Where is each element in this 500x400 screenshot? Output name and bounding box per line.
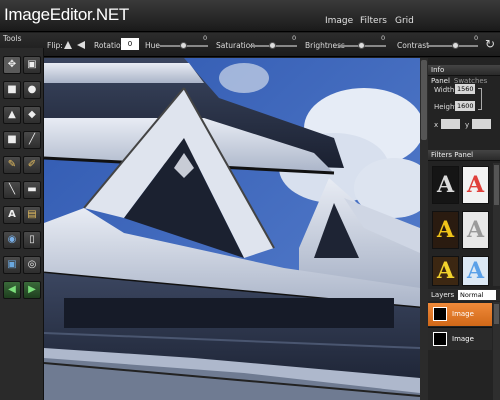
blend-mode-select[interactable]: Normal	[458, 290, 496, 300]
brush-icon[interactable]: ✐	[23, 156, 41, 174]
rotation-input[interactable]: 0	[121, 38, 139, 50]
filter-thumb-chrome[interactable]: A	[462, 211, 489, 249]
line-tool-icon[interactable]: ╱	[23, 131, 41, 149]
layer-name: Image	[452, 310, 474, 318]
reset-icon[interactable]: ↻	[483, 37, 497, 51]
water-drop-icon[interactable]: ◉	[3, 231, 21, 249]
tools-label: Tools	[3, 34, 22, 43]
text-icon[interactable]: A	[3, 206, 21, 224]
x-field[interactable]	[441, 119, 460, 129]
eraser-icon[interactable]: ▯	[23, 231, 41, 249]
canvas-image	[44, 58, 420, 400]
saturation-slider-knob[interactable]	[269, 42, 276, 49]
filter-thumb-red[interactable]: A	[462, 166, 489, 204]
pencil-icon[interactable]: ✎	[3, 156, 21, 174]
menu-image[interactable]: Image	[325, 16, 353, 26]
eyedropper-icon[interactable]: ╲	[3, 181, 21, 199]
y-label: y	[465, 121, 470, 129]
info-panel-header: Info Panel Swatches	[428, 65, 500, 85]
ellipse-select-icon[interactable]: ●	[23, 81, 41, 99]
save-disk-icon[interactable]: ▣	[3, 256, 21, 274]
canvas-vertical-scrollbar[interactable]	[420, 58, 428, 400]
flip-vertical-icon[interactable]	[77, 41, 85, 49]
filter-thumb-gold[interactable]: A	[432, 211, 459, 249]
brightness-value: 0	[381, 34, 386, 42]
brightness-slider[interactable]	[338, 42, 386, 49]
rectangle-shape-icon[interactable]: ■	[3, 131, 21, 149]
canvas-scroll-thumb[interactable]	[421, 60, 427, 140]
layer-item-active[interactable]: Image	[428, 303, 492, 326]
tab-info-panel[interactable]: Info Panel	[431, 66, 450, 85]
height-field[interactable]: 1600	[455, 101, 475, 111]
menu-grid[interactable]: Grid	[395, 16, 414, 26]
link-dimensions-icon[interactable]	[478, 88, 482, 110]
undo-icon[interactable]: ◀	[3, 281, 21, 299]
flip-label: Flip:	[47, 41, 63, 50]
x-label: x	[434, 121, 439, 129]
menu-filters[interactable]: Filters	[360, 16, 387, 26]
height-label: Height	[434, 103, 458, 111]
contrast-slider[interactable]	[428, 42, 478, 49]
layer-item[interactable]: Image	[428, 327, 492, 350]
layer-thumbnail	[433, 332, 447, 346]
triangle-shape-icon[interactable]: ▲	[3, 106, 21, 124]
move-icon[interactable]: ✥	[3, 56, 21, 74]
layers-scrollbar[interactable]	[493, 302, 500, 400]
layer-name: Image	[452, 335, 474, 343]
app-title: ImageEditor.NET	[4, 5, 129, 24]
saturation-value: 0	[292, 34, 297, 42]
hue-label: Hue	[145, 41, 161, 50]
saturation-slider[interactable]	[249, 42, 297, 49]
hue-value: 0	[203, 34, 208, 42]
hue-slider-knob[interactable]	[180, 42, 187, 49]
layers-header: Layers Normal	[428, 289, 500, 301]
filter-thumb-blue[interactable]: A	[462, 256, 489, 286]
layers-title: Layers	[431, 291, 455, 299]
lasso-icon[interactable]: ◆	[23, 106, 41, 124]
image-canvas[interactable]	[44, 58, 420, 400]
y-field[interactable]	[472, 119, 491, 129]
rect-select-icon[interactable]: ■	[3, 81, 21, 99]
layer-thumbnail	[433, 307, 447, 321]
contrast-label: Contrast	[397, 41, 430, 50]
contrast-value: 0	[474, 34, 479, 42]
redo-icon[interactable]: ▶	[23, 281, 41, 299]
width-label: Width	[434, 86, 455, 94]
filter-thumb-silver[interactable]: A	[432, 166, 459, 204]
note-icon[interactable]: ▤	[23, 206, 41, 224]
select-layer-icon[interactable]: ▣	[23, 56, 41, 74]
toolbox: ✥ ▣ ■ ● ▲ ◆ ■ ╱ ✎ ✐ ╲ ▬ A ▤ ◉ ▯ ▣ ◎ ◀ ▶	[0, 48, 44, 400]
width-field[interactable]: 1560	[455, 84, 475, 94]
filter-thumb-yellow[interactable]: A	[432, 256, 459, 286]
contrast-slider-knob[interactable]	[452, 42, 459, 49]
top-bar: ImageEditor.NET Image Filters Grid	[0, 0, 500, 32]
brightness-slider-knob[interactable]	[358, 42, 365, 49]
hue-slider[interactable]	[160, 42, 208, 49]
filters-scrollbar[interactable]	[493, 163, 500, 286]
filters-scroll-thumb[interactable]	[494, 165, 499, 205]
flip-horizontal-icon[interactable]	[64, 41, 72, 49]
layers-scroll-thumb[interactable]	[494, 304, 499, 324]
options-bar: Tools Flip: Rotation 0 Hue 0 Saturation …	[0, 33, 500, 57]
clone-stamp-icon[interactable]: ▬	[23, 181, 41, 199]
location-pin-icon[interactable]: ◎	[23, 256, 41, 274]
filters-panel-header: Filters Panel	[428, 150, 500, 161]
